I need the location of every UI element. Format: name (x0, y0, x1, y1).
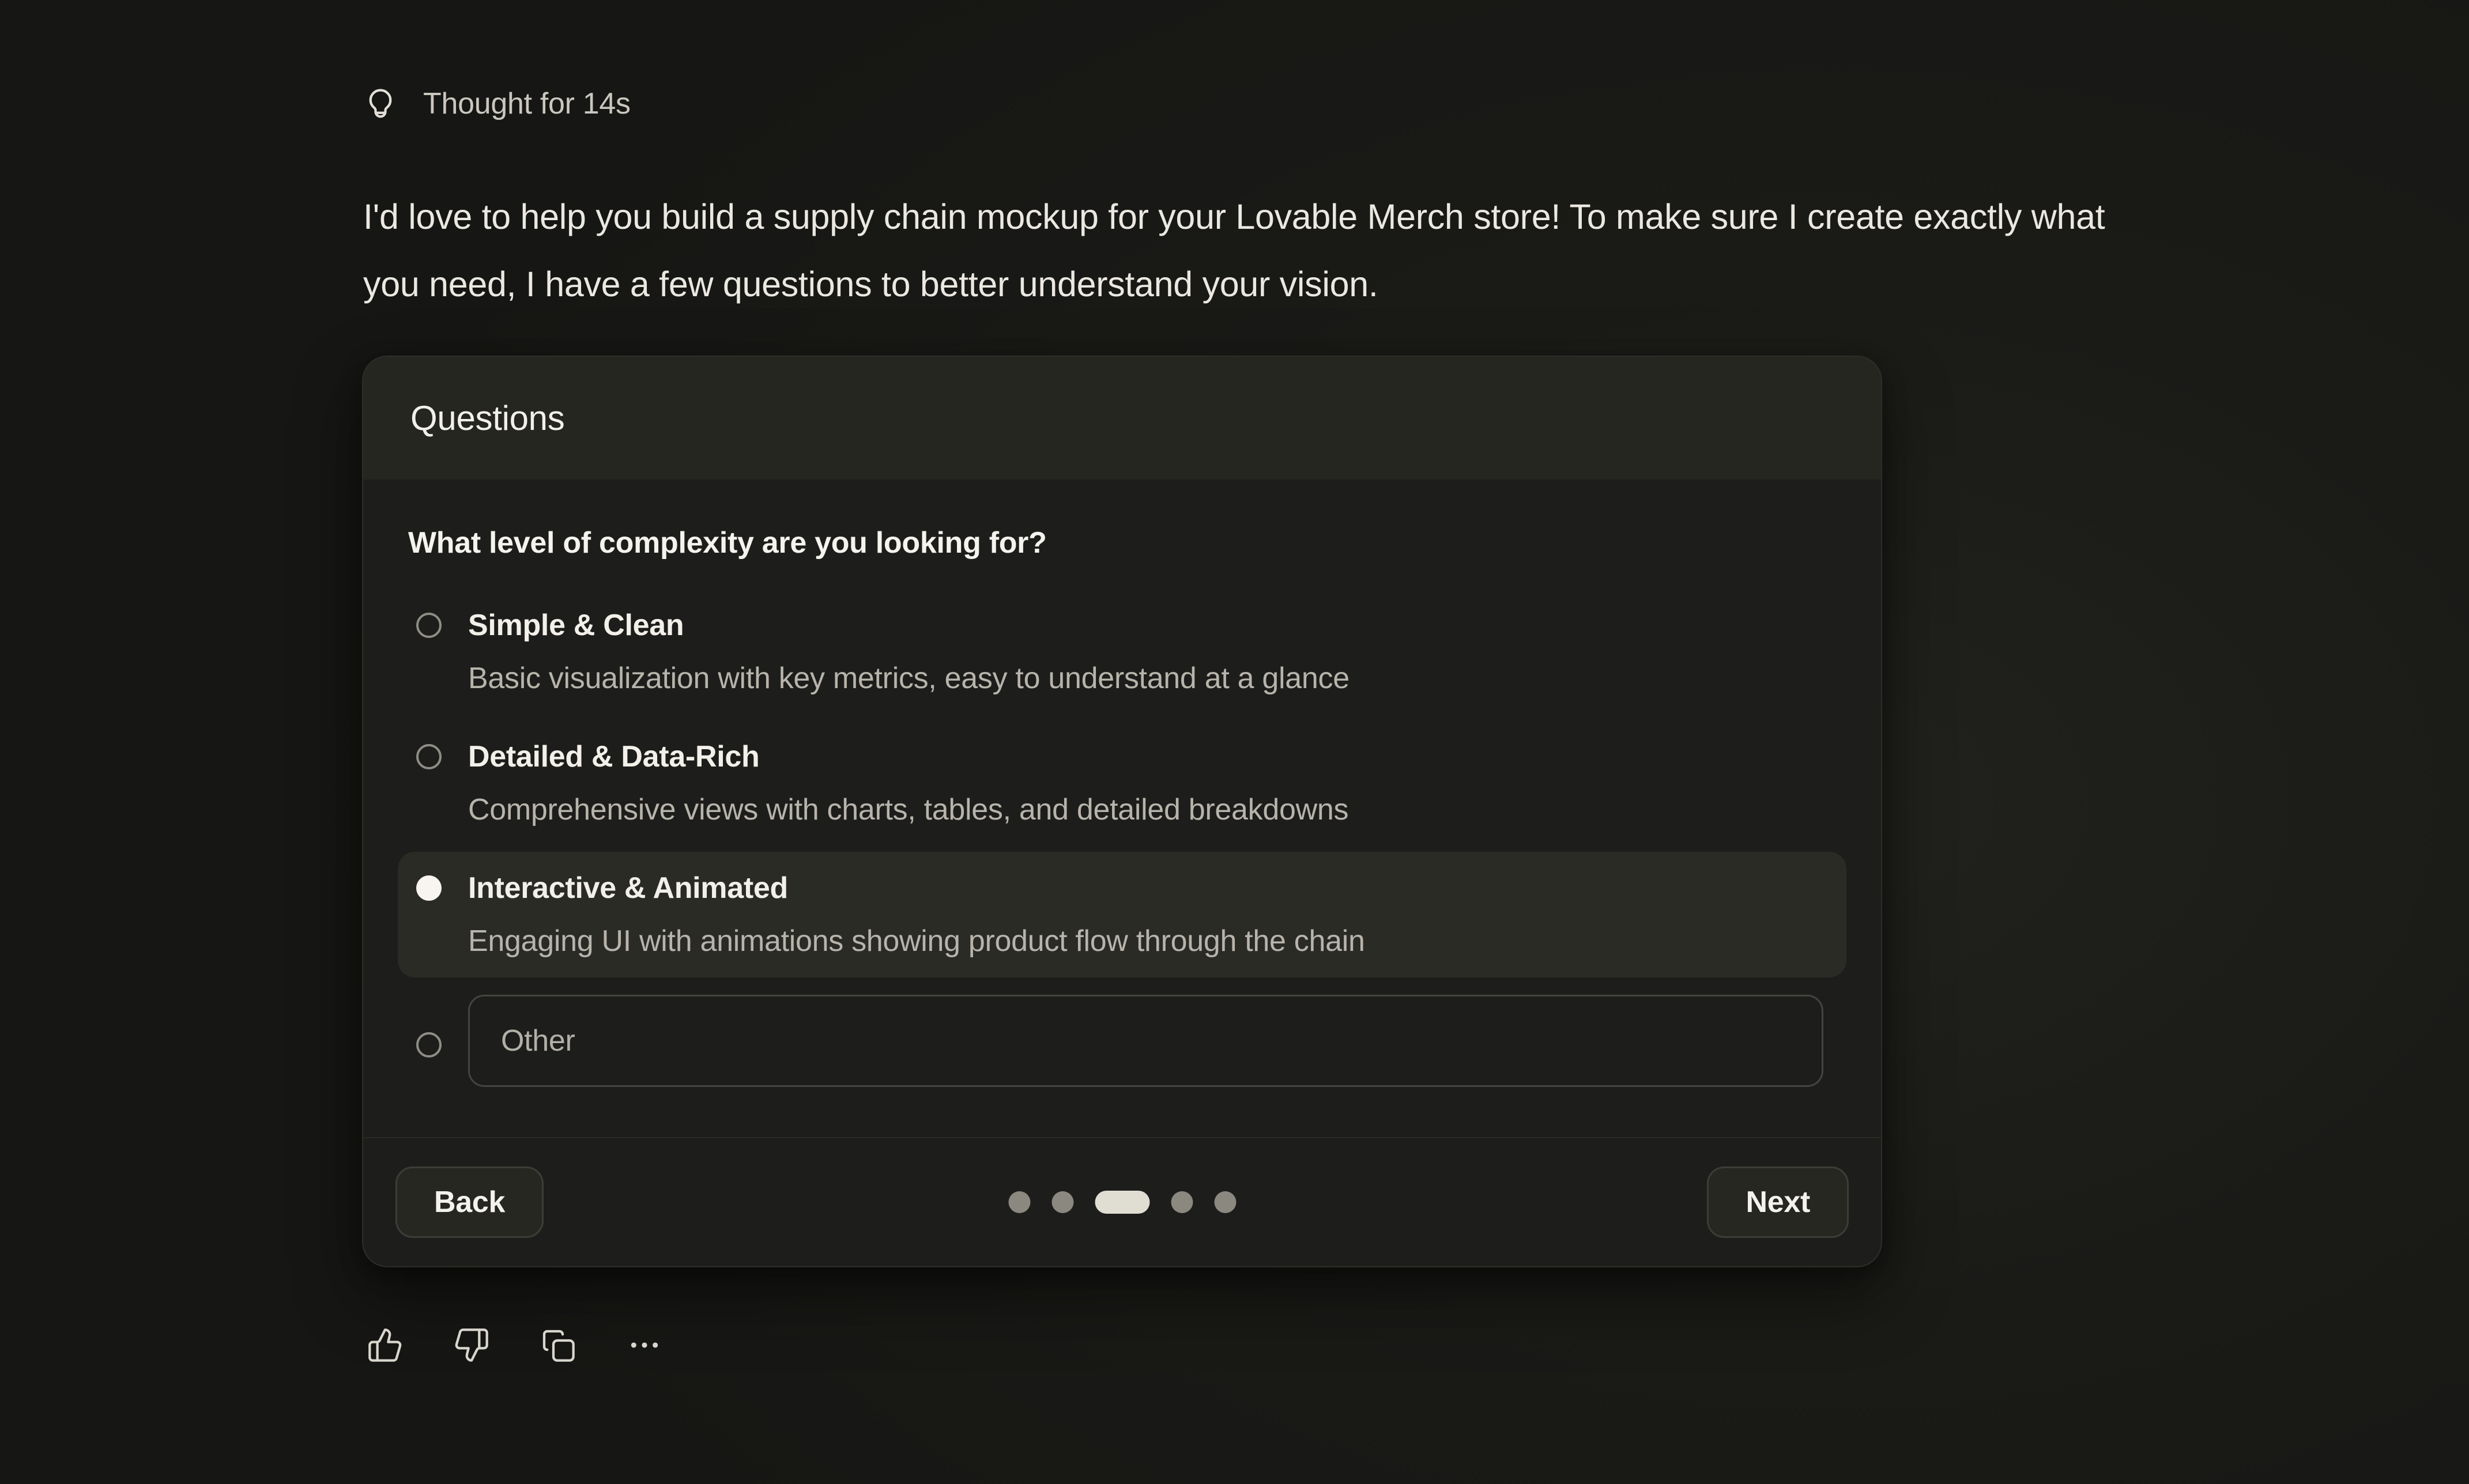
option-other[interactable] (398, 983, 1846, 1098)
lightbulb-icon (363, 85, 398, 122)
option-text: Interactive & Animated Engaging UI with … (468, 868, 1365, 961)
pagination-dot (1171, 1191, 1193, 1213)
pagination-dot-active (1095, 1191, 1149, 1214)
ellipsis-icon (626, 1327, 663, 1364)
thumbs-down-button[interactable] (453, 1327, 490, 1364)
thought-toggle[interactable]: Thought for 14s (363, 85, 631, 122)
message-actions (367, 1327, 663, 1364)
thought-label: Thought for 14s (423, 86, 631, 121)
option-description: Comprehensive views with charts, tables,… (468, 790, 1348, 830)
back-button[interactable]: Back (395, 1166, 544, 1238)
option-description: Engaging UI with animations showing prod… (468, 921, 1365, 961)
radio-unchecked-icon[interactable] (416, 613, 442, 638)
assistant-message: I'd love to help you build a supply chai… (363, 183, 2127, 318)
thumbs-up-icon (367, 1327, 404, 1364)
pagination-dots (1008, 1191, 1236, 1214)
pagination-dot (1051, 1191, 1073, 1213)
card-footer: Back Next (363, 1137, 1881, 1266)
option-detailed-data-rich[interactable]: Detailed & Data-Rich Comprehensive views… (398, 720, 1846, 846)
other-option-input[interactable] (468, 995, 1823, 1087)
option-text: Simple & Clean Basic visualization with … (468, 605, 1350, 698)
option-title: Interactive & Animated (468, 868, 1365, 908)
questions-card: Questions What level of complexity are y… (362, 356, 1882, 1267)
radio-checked-icon[interactable] (416, 875, 442, 901)
next-button[interactable]: Next (1707, 1166, 1849, 1238)
option-simple-clean[interactable]: Simple & Clean Basic visualization with … (398, 589, 1846, 715)
question-text: What level of complexity are you looking… (408, 526, 1846, 560)
copy-button[interactable] (540, 1327, 576, 1364)
radio-unchecked-icon[interactable] (416, 744, 442, 769)
option-text: Detailed & Data-Rich Comprehensive views… (468, 737, 1348, 830)
card-title: Questions (410, 398, 564, 438)
card-header: Questions (363, 357, 1881, 479)
pagination-dot (1008, 1191, 1030, 1213)
option-description: Basic visualization with key metrics, ea… (468, 658, 1350, 698)
thumbs-up-button[interactable] (367, 1327, 404, 1364)
radio-unchecked-icon[interactable] (416, 1032, 442, 1058)
option-interactive-animated[interactable]: Interactive & Animated Engaging UI with … (398, 852, 1846, 977)
chat-message-area: Thought for 14s I'd love to help you bui… (0, 0, 2469, 1484)
option-title: Detailed & Data-Rich (468, 737, 1348, 777)
copy-icon (540, 1327, 576, 1364)
thumbs-down-icon (453, 1327, 490, 1364)
pagination-dot (1214, 1191, 1236, 1213)
card-body: What level of complexity are you looking… (363, 479, 1881, 1137)
option-title: Simple & Clean (468, 605, 1350, 645)
more-options-button[interactable] (626, 1327, 663, 1364)
